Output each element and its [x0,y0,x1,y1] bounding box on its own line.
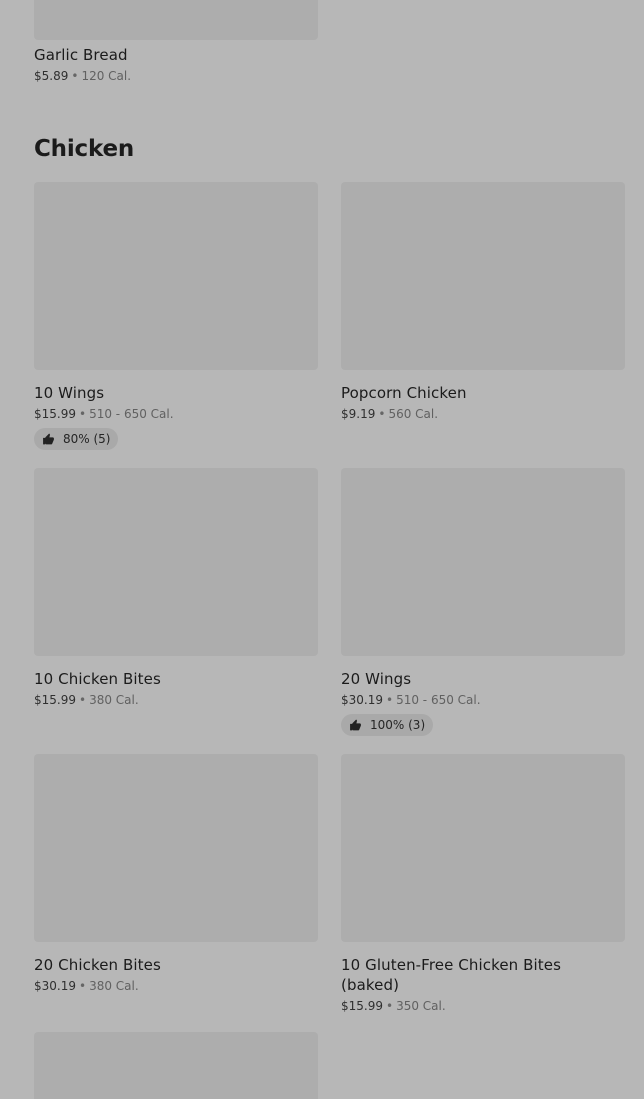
separator-dot: • [79,979,87,993]
separator-dot: • [79,407,87,421]
item-meta: $9.19 • 560 Cal. [341,406,625,422]
item-calories: 380 Cal. [89,693,139,707]
rating-badge: 100% (3) [341,714,434,736]
item-price: $15.99 [34,693,76,707]
menu-item-card[interactable]: 20 Chicken Bites $30.19 • 380 Cal. [34,754,318,994]
menu-page: Garlic Bread $5.89 • 120 Cal. Chicken 10 W… [0,0,644,1099]
item-image[interactable] [34,0,318,40]
separator-dot: • [71,69,79,83]
item-calories: 380 Cal. [89,979,139,993]
menu-item-card-garlic-bread[interactable]: Garlic Bread $5.89 • 120 Cal. [34,0,318,84]
item-image[interactable] [34,754,318,942]
item-name: 10 Wings [34,384,105,402]
item-name: 20 Wings [341,670,412,688]
separator-dot: • [386,693,394,707]
menu-item-card[interactable]: 10 Gluten-Free Chicken Bites (baked) $15… [341,754,625,1014]
item-name: 10 Gluten-Free Chicken Bites (baked) [341,956,562,994]
item-price: $9.19 [341,407,376,421]
item-image[interactable] [341,468,625,656]
item-name: Popcorn Chicken [341,384,467,402]
rating-text: 100% (3) [370,718,426,732]
item-price: $30.19 [34,979,76,993]
item-meta: $5.89 • 120 Cal. [34,68,318,84]
item-meta: $15.99 • 510 - 650 Cal. [34,406,318,422]
item-calories: 510 - 650 Cal. [396,693,481,707]
item-price: $15.99 [34,407,76,421]
item-meta: $30.19 • 510 - 650 Cal. [341,692,625,708]
separator-dot: • [79,693,87,707]
item-meta: $15.99 • 350 Cal. [341,998,625,1014]
item-price: $5.89 [34,69,69,83]
item-meta: $15.99 • 380 Cal. [34,692,318,708]
item-name: Garlic Bread [34,46,128,64]
item-image[interactable] [341,182,625,370]
thumbs-up-icon [350,719,361,730]
item-name: 20 Chicken Bites [34,956,161,974]
rating-badge: 80% (5) [34,428,119,450]
item-name: 10 Chicken Bites [34,670,161,688]
item-calories: 510 - 650 Cal. [89,407,174,421]
menu-item-card[interactable]: 10 Chicken Bites $15.99 • 380 Cal. [34,468,318,708]
item-calories: 350 Cal. [396,999,446,1013]
item-image[interactable] [34,468,318,656]
item-price: $30.19 [341,693,383,707]
separator-dot: • [378,407,386,421]
rating-text: 80% (5) [63,432,111,446]
menu-item-card[interactable]: 20 Wings $30.19 • 510 - 650 Cal. 100% (3) [341,468,625,736]
item-calories: 560 Cal. [388,407,439,421]
menu-item-card[interactable]: 10 Wings $15.99 • 510 - 650 Cal. 80% (5) [34,182,318,450]
thumbs-up-icon [43,433,54,444]
section-title-chicken: Chicken [34,136,135,162]
item-meta: $30.19 • 380 Cal. [34,978,318,994]
item-price: $15.99 [341,999,383,1013]
item-image[interactable] [34,182,318,370]
item-image[interactable] [341,754,625,942]
item-calories: 120 Cal. [81,69,132,83]
item-image[interactable] [34,1032,318,1099]
menu-item-card[interactable]: Popcorn Chicken $9.19 • 560 Cal. [341,182,625,422]
menu-item-card-partial[interactable] [34,1032,318,1099]
separator-dot: • [386,999,394,1013]
